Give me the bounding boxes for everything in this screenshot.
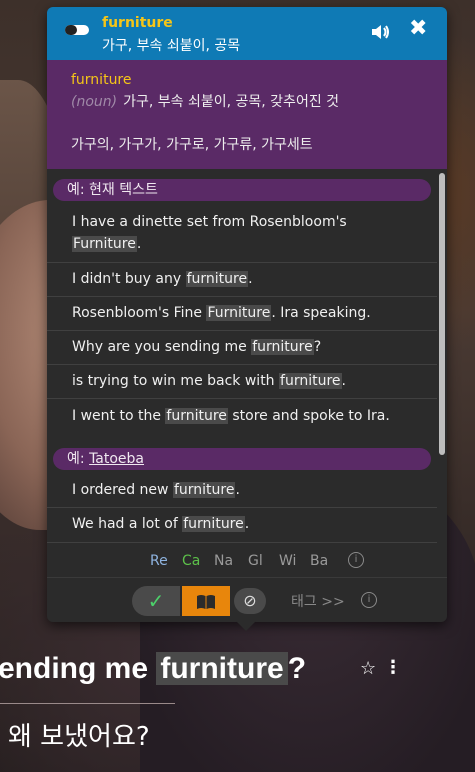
source-tab-ca[interactable]: Ca: [182, 553, 200, 569]
example-text: Why are you sending me: [72, 339, 252, 355]
example-text: .: [248, 271, 253, 287]
more-options-icon[interactable]: ⋮: [384, 657, 402, 678]
example-highlight[interactable]: furniture: [182, 516, 245, 532]
subtitle-highlight-word[interactable]: furniture: [156, 652, 288, 685]
dictionary-popup: furniture 가구, 부속 쇠붙이, 공목 ✖ furniture (no…: [47, 7, 447, 622]
definition-meaning: 가구, 부속 쇠붙이, 공목, 갖추어진 것: [123, 94, 340, 110]
example-row[interactable]: is trying to win me back with furniture.: [47, 365, 437, 399]
example-text: .: [341, 373, 346, 389]
example-text: I ordered new: [72, 482, 173, 498]
source-tab-na[interactable]: Na: [214, 553, 233, 569]
popup-pointer: [236, 621, 256, 631]
part-of-speech: (noun): [71, 94, 118, 110]
source-tab-wi[interactable]: Wi: [279, 553, 296, 569]
toggle-knob: [65, 25, 77, 35]
example-highlight[interactable]: furniture: [251, 339, 314, 355]
example-text: We had a lot of: [72, 516, 183, 532]
section-header-tatoeba: 예: Tatoeba: [53, 448, 431, 470]
example-row[interactable]: Why are you sending me furniture?: [47, 331, 437, 365]
info-icon[interactable]: i: [348, 552, 364, 568]
close-icon[interactable]: ✖: [409, 18, 427, 40]
example-highlight[interactable]: furniture: [185, 271, 249, 287]
example-highlight[interactable]: furniture: [279, 373, 342, 389]
header-word: furniture: [102, 15, 173, 31]
tatoeba-link[interactable]: Tatoeba: [89, 451, 144, 467]
definition-forms: 가구의, 가구가, 가구로, 가구류, 가구세트: [71, 137, 313, 153]
example-text: I didn't buy any: [72, 271, 186, 287]
scrollbar-thumb[interactable]: [439, 173, 445, 455]
scrollbar[interactable]: [437, 171, 447, 543]
example-row[interactable]: I didn't buy any furniture.: [47, 263, 437, 297]
speaker-icon[interactable]: [369, 21, 391, 43]
subtitle-text: ?: [287, 652, 307, 685]
definition-line: (noun) 가구, 부속 쇠붙이, 공목, 갖추어진 것: [71, 92, 371, 112]
toggle-switch[interactable]: [65, 25, 89, 35]
subtitle-line: ending me furniture?: [0, 646, 306, 692]
section-header-current-text: 예: 현재 텍스트: [53, 179, 431, 201]
example-text: .: [235, 482, 240, 498]
info-icon[interactable]: i: [361, 592, 377, 608]
example-highlight[interactable]: furniture: [172, 482, 236, 498]
definition-box: furniture (noun) 가구, 부속 쇠붙이, 공목, 갖추어진 것 가…: [47, 60, 447, 169]
example-highlight[interactable]: Furniture: [206, 305, 272, 321]
example-row[interactable]: Rosenbloom's Fine Furniture. Ira speakin…: [47, 297, 437, 331]
example-text: store and spoke to Ira.: [227, 408, 390, 424]
example-text: ?: [313, 339, 322, 355]
source-tab-re[interactable]: Re: [150, 553, 168, 569]
subtitle-translation: 왜 보냈어요?: [8, 722, 150, 752]
subtitle-divider: [0, 703, 175, 704]
popup-header: furniture 가구, 부속 쇠붙이, 공목 ✖: [47, 7, 447, 60]
learning-book-button[interactable]: [182, 586, 230, 616]
header-translation: 가구, 부속 쇠붙이, 공목: [102, 38, 241, 54]
example-row[interactable]: I went to the furniture store and spoke …: [47, 399, 437, 433]
example-text: Rosenbloom's Fine: [72, 305, 207, 321]
example-row[interactable]: We had a lot of furniture.: [47, 508, 437, 543]
action-toolbar: ✓ ⊘ 태그 >> i: [47, 577, 447, 622]
example-text: is trying to win me back with: [72, 373, 280, 389]
example-text: I went to the: [72, 408, 166, 424]
section-label: 예:: [67, 451, 90, 467]
examples-list[interactable]: 예: 현재 텍스트 I have a dinette set from Rose…: [47, 169, 437, 543]
example-text: .: [244, 516, 250, 532]
example-text: I have a dinette set from Rosenbloom's: [72, 214, 347, 230]
example-highlight[interactable]: furniture: [165, 408, 228, 424]
star-icon[interactable]: ☆: [360, 658, 376, 679]
section-label: 예: 현재 텍스트: [67, 182, 158, 198]
tags-link[interactable]: 태그 >>: [291, 591, 345, 611]
example-text: . Ira speaking.: [271, 305, 371, 321]
example-text: .: [136, 236, 142, 252]
source-tab-gl[interactable]: Gl: [248, 553, 263, 569]
source-tabs: Re Ca Na Gl Wi Ba i: [47, 547, 447, 575]
book-icon: [197, 594, 215, 609]
ignore-ban-button[interactable]: ⊘: [234, 588, 266, 614]
source-tab-ba[interactable]: Ba: [310, 553, 328, 569]
known-check-button[interactable]: ✓: [132, 586, 180, 616]
example-row[interactable]: I have a dinette set from Rosenbloom's F…: [47, 202, 437, 263]
example-highlight[interactable]: Furniture: [72, 236, 137, 252]
example-row[interactable]: I ordered new furniture.: [47, 474, 437, 508]
definition-word: furniture: [71, 72, 132, 88]
subtitle-text: ending me: [0, 652, 157, 685]
